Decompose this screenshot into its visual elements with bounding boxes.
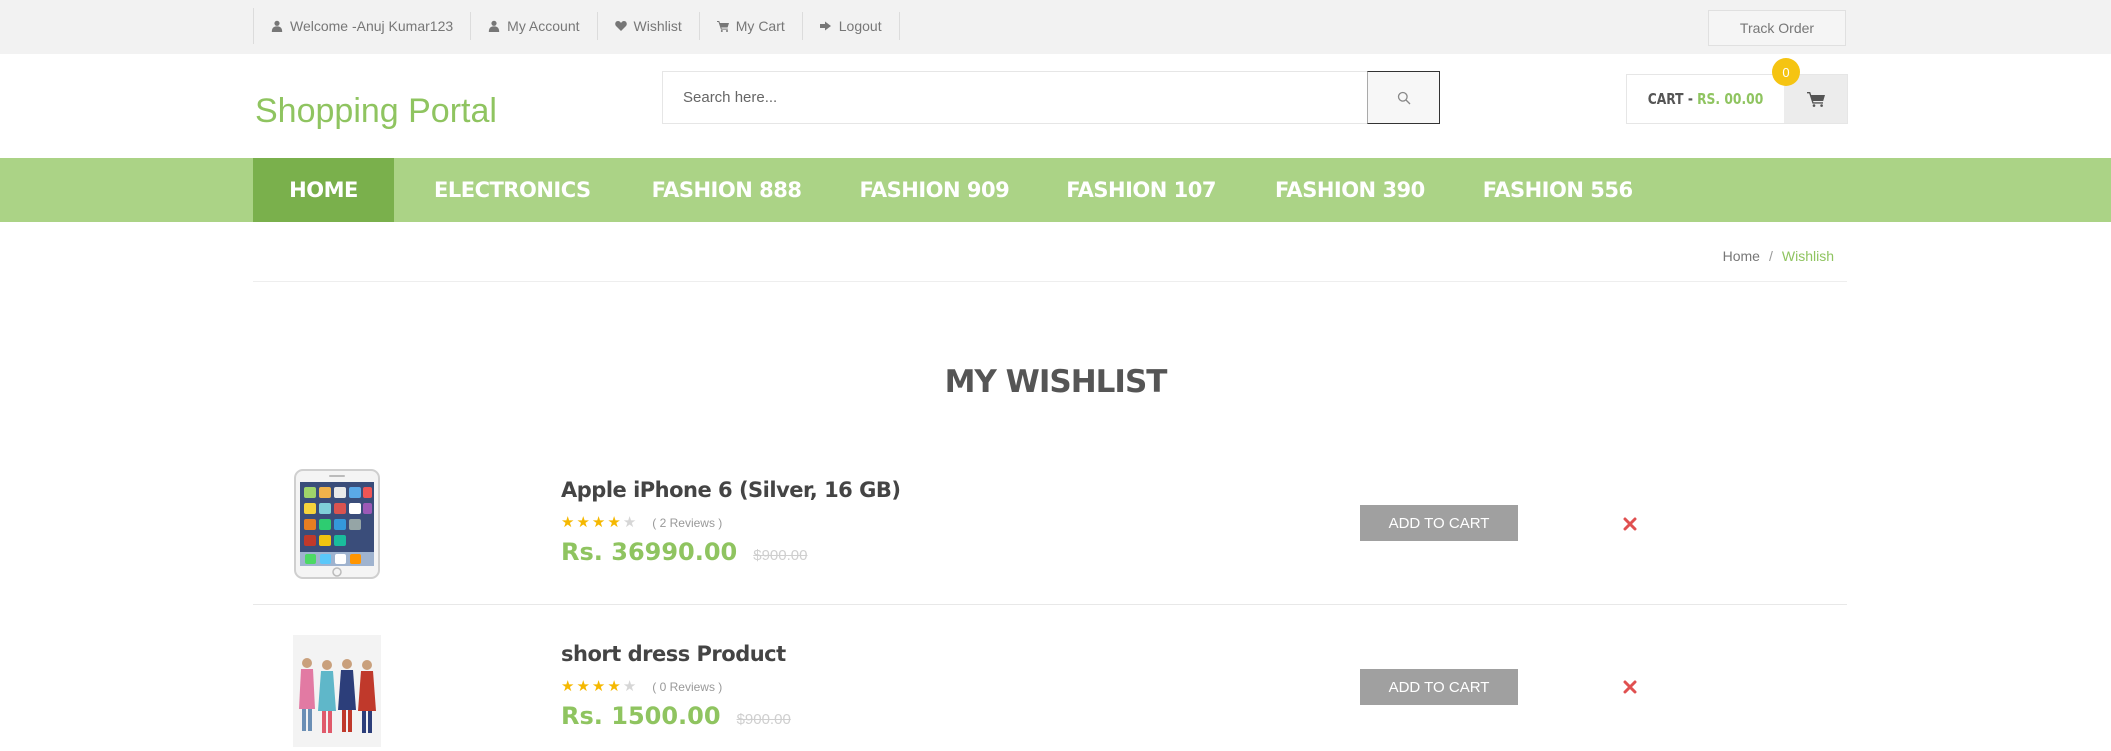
product-name[interactable]: Apple iPhone 6 (Silver, 16 GB) <box>561 478 901 502</box>
search-button[interactable] <box>1367 71 1440 124</box>
dress-product-image[interactable] <box>293 635 381 747</box>
my-account-link[interactable]: My Account <box>471 12 598 40</box>
site-logo[interactable]: Shopping Portal <box>255 92 497 131</box>
user-icon <box>271 20 283 32</box>
star-icon: ★ <box>561 514 575 531</box>
logout-link[interactable]: Logout <box>803 12 900 40</box>
nav-fashion-390[interactable]: FASHION 390 <box>1275 158 1425 222</box>
price-current: Rs. 36990.00 <box>561 538 738 566</box>
star-icon: ★ <box>576 514 590 531</box>
track-order-button[interactable]: Track Order <box>1708 10 1846 46</box>
star-icon: ★ <box>591 678 606 695</box>
breadcrumb: Home / Wishlish <box>1723 248 1834 264</box>
wishlist-row: short dress Product ★ ★ ★ ★ ★ ( 0 Reviews ) … <box>253 605 1847 751</box>
divider <box>253 281 1847 282</box>
breadcrumb-home[interactable]: Home <box>1723 248 1760 264</box>
top-bar: Welcome -Anuj Kumar123 My Account Wishli… <box>0 0 2111 54</box>
nav-fashion-888[interactable]: FASHION 888 <box>652 158 802 222</box>
product-price: Rs. 1500.00 $900.00 <box>561 702 791 730</box>
header-cart[interactable]: CART - RS. 00.00 <box>1626 74 1848 124</box>
product-rating: ★ ★ ★ ★ ★ ( 0 Reviews ) <box>561 679 722 694</box>
welcome-label: Welcome -Anuj Kumar123 <box>290 18 454 34</box>
cart-label: CART - <box>1647 90 1693 108</box>
my-cart-label: My Cart <box>735 18 785 34</box>
remove-icon[interactable] <box>1623 680 1637 694</box>
add-to-cart-button[interactable]: ADD TO CART <box>1360 669 1518 705</box>
nav-fashion-107[interactable]: FASHION 107 <box>1066 158 1216 222</box>
star-icon: ★ <box>591 514 606 531</box>
cart-count-badge: 0 <box>1772 58 1800 86</box>
top-links: Welcome -Anuj Kumar123 My Account Wishli… <box>253 8 900 44</box>
wishlist-row: Apple iPhone 6 (Silver, 16 GB) ★ ★ ★ ★ ★ ( 2… <box>253 445 1847 605</box>
main-nav: HOME ELECTRONICS FASHION 888 FASHION 909… <box>0 158 2111 222</box>
heart-icon <box>614 21 627 31</box>
cart-icon <box>716 21 729 32</box>
review-count: ( 2 Reviews ) <box>652 515 723 530</box>
star-empty-icon: ★ <box>622 678 637 695</box>
breadcrumb-separator: / <box>1768 248 1773 264</box>
nav-items: HOME ELECTRONICS FASHION 888 FASHION 909… <box>253 158 1633 222</box>
star-icon: ★ <box>561 678 575 695</box>
star-icon: ★ <box>576 678 590 695</box>
nav-fashion-909[interactable]: FASHION 909 <box>859 158 1009 222</box>
search-input[interactable] <box>663 72 1367 123</box>
price-old: $900.00 <box>753 547 808 564</box>
welcome-link[interactable]: Welcome -Anuj Kumar123 <box>254 12 472 40</box>
my-cart-link[interactable]: My Cart <box>700 12 803 40</box>
my-account-label: My Account <box>507 18 580 34</box>
nav-home[interactable]: HOME <box>253 158 394 222</box>
iphone-product-image[interactable] <box>293 468 381 580</box>
price-old: $900.00 <box>736 711 791 728</box>
logout-icon <box>819 21 831 31</box>
product-rating: ★ ★ ★ ★ ★ ( 2 Reviews ) <box>561 515 722 530</box>
review-count: ( 0 Reviews ) <box>652 679 723 694</box>
wishlist-label: Wishlist <box>633 18 682 34</box>
star-empty-icon: ★ <box>622 514 637 531</box>
breadcrumb-current: Wishlish <box>1781 248 1834 264</box>
cart-summary: CART - RS. 00.00 <box>1641 75 1770 123</box>
search-icon <box>1397 91 1410 104</box>
user-icon <box>488 20 500 32</box>
nav-electronics[interactable]: ELECTRONICS <box>434 158 591 222</box>
cart-icon <box>1806 92 1825 107</box>
nav-fashion-556[interactable]: FASHION 556 <box>1483 158 1633 222</box>
price-current: Rs. 1500.00 <box>561 702 721 730</box>
product-price: Rs. 36990.00 $900.00 <box>561 538 807 566</box>
product-name[interactable]: short dress Product <box>561 642 786 666</box>
remove-icon[interactable] <box>1623 517 1637 531</box>
wishlist-link[interactable]: Wishlist <box>598 12 700 40</box>
search-bar <box>662 71 1440 124</box>
add-to-cart-button[interactable]: ADD TO CART <box>1360 505 1518 541</box>
star-icon: ★ <box>607 514 621 531</box>
cart-amount: RS. 00.00 <box>1697 90 1764 108</box>
logout-label: Logout <box>838 18 882 34</box>
star-icon: ★ <box>607 678 621 695</box>
page-title: MY WISHLIST <box>944 364 1168 400</box>
